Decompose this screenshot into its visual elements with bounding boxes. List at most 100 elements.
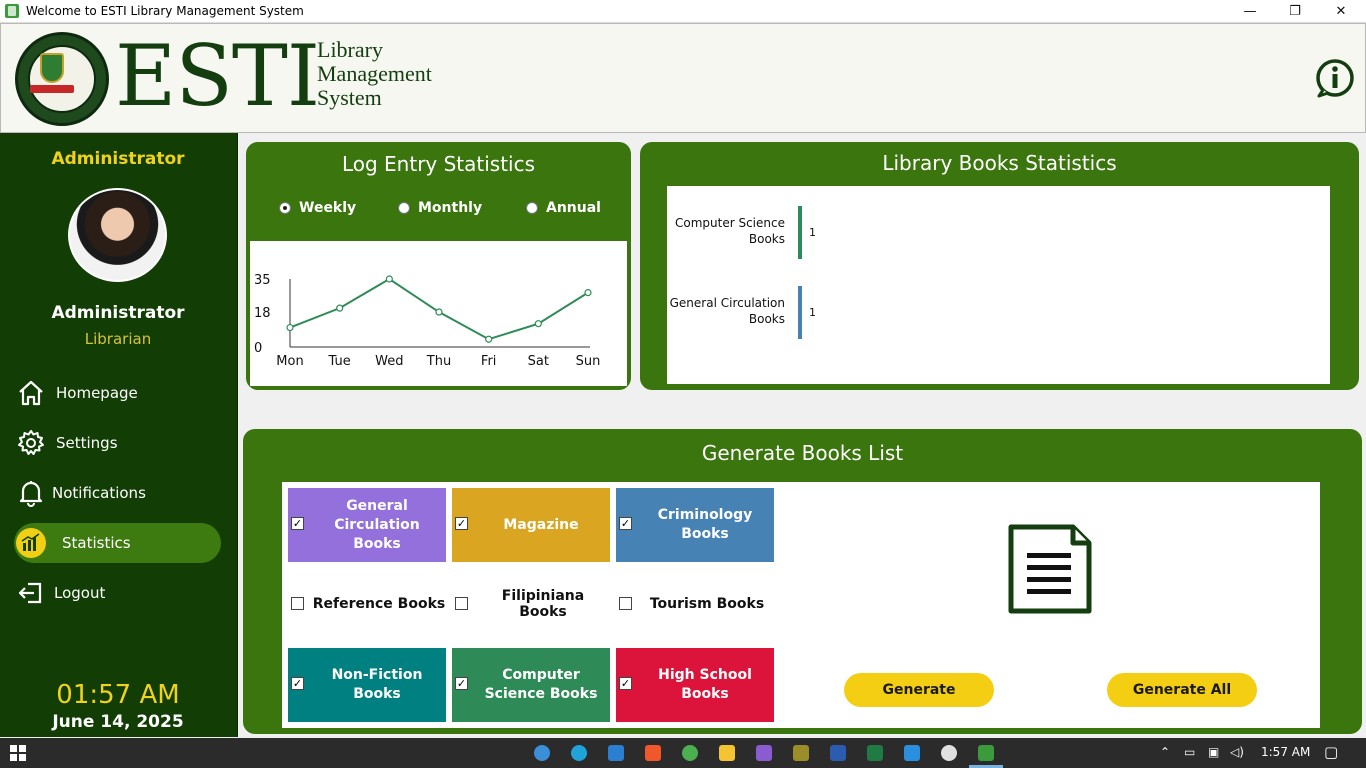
checkbox[interactable] xyxy=(619,597,632,610)
app-book-icon xyxy=(5,4,19,18)
nav-notifications[interactable]: Notifications xyxy=(16,473,223,513)
tile-label: Non-Fiction Books xyxy=(331,667,423,702)
nav-label: Statistics xyxy=(62,534,131,552)
photos-icon[interactable] xyxy=(608,745,624,761)
user-name: Administrator xyxy=(51,303,185,323)
tile-non-fiction[interactable]: ✓ Non-Fiction Books xyxy=(288,648,446,722)
x-tick-label: Sun xyxy=(576,354,601,369)
bell-icon xyxy=(16,478,46,508)
panel-title: Generate Books List xyxy=(701,441,904,465)
books-chart-area: Computer Science Books 1 General Circulatio… xyxy=(667,186,1330,384)
tile-high-school[interactable]: ✓ High School Books xyxy=(616,648,774,722)
checkbox[interactable] xyxy=(291,597,304,610)
close-button[interactable]: ✕ xyxy=(1318,0,1364,23)
app-icon[interactable] xyxy=(682,745,698,761)
volume-icon[interactable]: ◁) xyxy=(1230,745,1244,759)
panel-title: Log Entry Statistics xyxy=(341,152,536,176)
gear-icon xyxy=(16,428,46,458)
category-label: Books xyxy=(749,312,785,326)
info-icon[interactable] xyxy=(1315,58,1355,98)
minimize-button[interactable]: — xyxy=(1227,0,1273,23)
radio-label: Monthly xyxy=(418,200,483,216)
file-explorer-icon[interactable] xyxy=(719,745,735,761)
network-icon[interactable]: ▣ xyxy=(1208,745,1219,759)
nav-homepage[interactable]: Homepage xyxy=(16,373,223,413)
tile-reference[interactable]: Reference Books xyxy=(288,589,446,619)
restore-button[interactable]: ❐ xyxy=(1272,0,1318,23)
generate-button[interactable]: Generate xyxy=(844,673,994,707)
chart-icon xyxy=(16,528,46,558)
sidebar: Administrator Administrator Librarian Ho… xyxy=(0,133,238,737)
tray-chevron-icon[interactable]: ⌃ xyxy=(1160,745,1170,759)
title-bar: Welcome to ESTI Library Management Syste… xyxy=(0,0,1366,23)
checkbox[interactable]: ✓ xyxy=(291,677,304,690)
nav-label: Logout xyxy=(54,584,106,602)
visual-studio-icon[interactable] xyxy=(756,745,772,761)
battery-icon[interactable]: ▭ xyxy=(1184,745,1195,759)
tile-computer-science[interactable]: ✓ Computer Science Books xyxy=(452,648,610,722)
radio-dot xyxy=(279,202,291,214)
clock-date: June 14, 2025 xyxy=(52,712,184,732)
drive-icon[interactable] xyxy=(941,745,957,761)
nav-label: Settings xyxy=(56,434,118,452)
data-point xyxy=(286,323,294,332)
logout-icon xyxy=(16,578,46,608)
tile-label: High School Books xyxy=(658,667,752,702)
tile-label: Computer Science Books xyxy=(484,667,598,702)
generate-books-panel: Generate Books List ✓ General Circulatio… xyxy=(243,429,1362,734)
tool-icon[interactable] xyxy=(793,745,809,761)
radio-dot xyxy=(398,202,410,214)
tile-general-circulation[interactable]: ✓ General Circulation Books xyxy=(288,488,446,562)
x-tick-label: Sat xyxy=(528,354,549,369)
tile-tourism[interactable]: Tourism Books xyxy=(616,589,774,619)
windows-start-icon[interactable] xyxy=(10,745,26,761)
logo-text: ESTI xyxy=(115,27,320,125)
taskbar-clock[interactable]: 1:57 AM xyxy=(1261,745,1310,759)
edge-icon[interactable] xyxy=(571,745,587,761)
radio-annual[interactable]: Annual xyxy=(526,200,601,216)
log-chart-area: 0 18 35 Mon Tue Wed Thu Fri Sat Sun xyxy=(250,241,627,386)
cortana-icon[interactable] xyxy=(534,745,550,761)
tile-label: Reference Books xyxy=(312,596,446,612)
image-app-icon[interactable] xyxy=(904,745,920,761)
x-tick-label: Wed xyxy=(375,354,403,369)
checkbox[interactable]: ✓ xyxy=(619,677,632,690)
log-entry-stats-panel: Log Entry Statistics Weekly Monthly Annu… xyxy=(246,142,631,390)
tile-label: General Circulation Books xyxy=(334,497,420,552)
tile-filipiniana[interactable]: Filipiniana Books xyxy=(452,588,610,620)
radio-monthly[interactable]: Monthly xyxy=(398,200,482,216)
data-point xyxy=(336,304,344,312)
checkbox[interactable] xyxy=(455,597,468,610)
library-app-icon[interactable] xyxy=(978,745,994,761)
sidebar-role: Administrator xyxy=(51,149,185,169)
tile-label: Magazine xyxy=(503,516,579,533)
checkbox[interactable]: ✓ xyxy=(291,517,304,530)
tile-magazine[interactable]: ✓ Magazine xyxy=(452,488,610,562)
generate-all-button[interactable]: Generate All xyxy=(1107,673,1257,707)
tile-label: Criminology Books xyxy=(657,507,753,542)
excel-icon[interactable] xyxy=(867,745,883,761)
data-label: 1 xyxy=(809,226,816,239)
home-icon xyxy=(16,378,46,408)
radio-weekly[interactable]: Weekly xyxy=(279,200,356,216)
y-tick-label: 18 xyxy=(254,306,271,321)
nav-settings[interactable]: Settings xyxy=(16,423,223,463)
checkbox[interactable]: ✓ xyxy=(619,517,632,530)
notification-center-icon[interactable]: ▢ xyxy=(1324,743,1338,761)
brave-icon[interactable] xyxy=(645,745,661,761)
subtitle-line: Library xyxy=(317,37,383,62)
data-point xyxy=(385,275,393,283)
checkbox[interactable]: ✓ xyxy=(455,517,468,530)
tile-label: Tourism Books xyxy=(649,596,765,612)
document-icon xyxy=(1008,524,1092,614)
word-icon[interactable] xyxy=(830,745,846,761)
nav-statistics[interactable]: Statistics xyxy=(14,523,221,563)
nav-logout[interactable]: Logout xyxy=(16,573,223,613)
x-tick-label: Thu xyxy=(426,354,451,369)
data-point xyxy=(435,308,443,316)
checkbox[interactable]: ✓ xyxy=(455,677,468,690)
bar xyxy=(798,206,802,259)
nav-label: Homepage xyxy=(56,384,138,402)
y-tick-label: 0 xyxy=(254,341,262,356)
tile-criminology[interactable]: ✓ Criminology Books xyxy=(616,488,774,562)
